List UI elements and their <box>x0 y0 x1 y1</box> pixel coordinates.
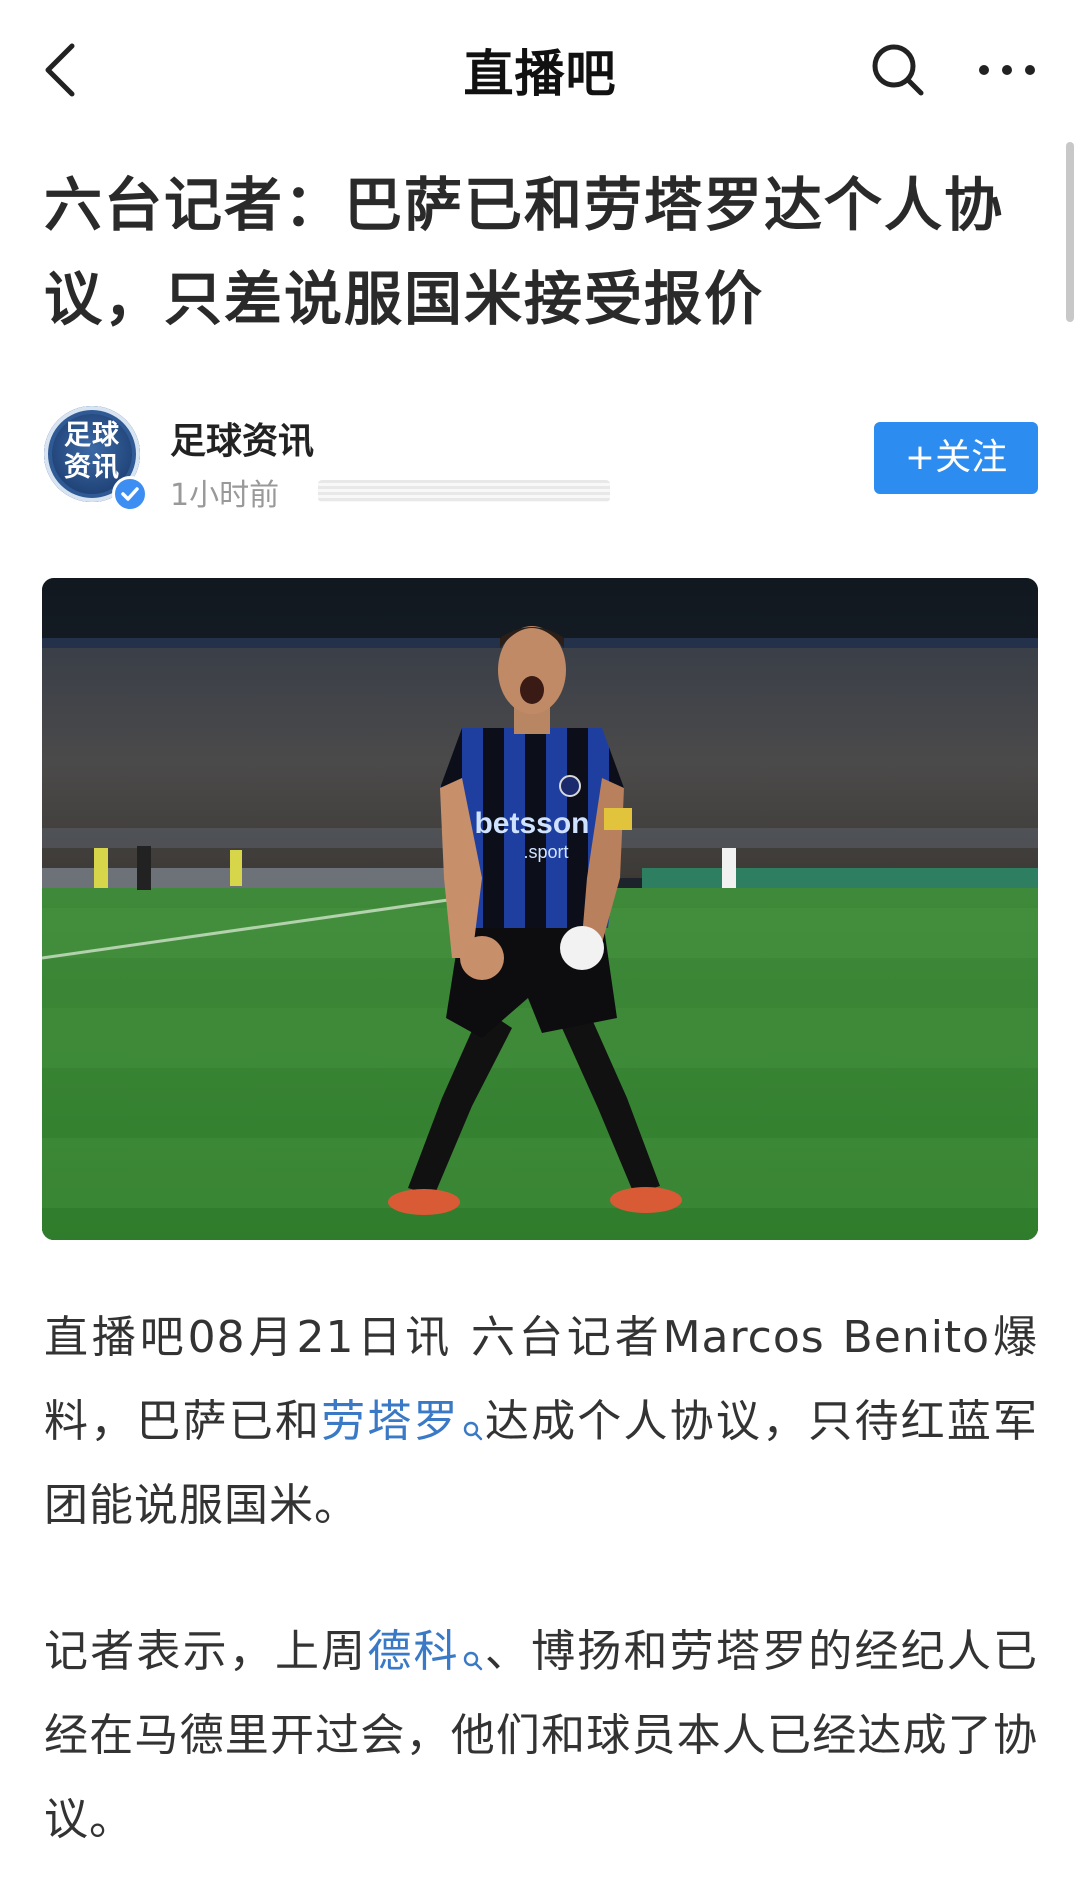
article-photo[interactable]: betsson .sport <box>42 578 1038 1240</box>
article-headline: 六台记者：巴萨已和劳塔罗达个人协议，只差说服国米接受报价 <box>44 171 1005 333</box>
avatar-text-line1: 足球 <box>64 420 120 451</box>
blurred-meta-text <box>318 480 610 502</box>
top-nav-bar: 直播吧 <box>0 0 1080 140</box>
player-link[interactable]: 劳塔罗 <box>321 1396 460 1447</box>
article-paragraph: 记者表示，上周德科 、博扬和劳塔罗的经纪人已经在马德里开过会，他们和球员本人已经达… <box>44 1610 1038 1862</box>
avatar-logo-text: 足球 资讯 <box>44 420 140 484</box>
search-icon[interactable] <box>462 1386 484 1441</box>
scrollbar-thumb[interactable] <box>1066 142 1074 322</box>
article-paragraph: 直播吧08月21日讯 六台记者Marcos Benito爆料，巴萨已和劳塔罗 达成… <box>44 1296 1038 1548</box>
jersey-sponsor-text: betsson <box>474 807 589 840</box>
search-icon[interactable] <box>868 40 928 100</box>
author-name[interactable]: 足球资讯 <box>170 412 314 464</box>
verified-check-icon <box>112 476 148 512</box>
person-link[interactable]: 德科 <box>367 1626 459 1677</box>
follow-button[interactable]: +关注 <box>874 422 1038 494</box>
search-icon[interactable] <box>462 1616 484 1671</box>
jersey-sponsor-subtext: .sport <box>523 842 568 862</box>
paragraph-text: 记者表示，上周 <box>44 1626 368 1677</box>
more-dots-icon[interactable] <box>972 48 1042 92</box>
post-time: 1小时前 <box>170 478 280 513</box>
